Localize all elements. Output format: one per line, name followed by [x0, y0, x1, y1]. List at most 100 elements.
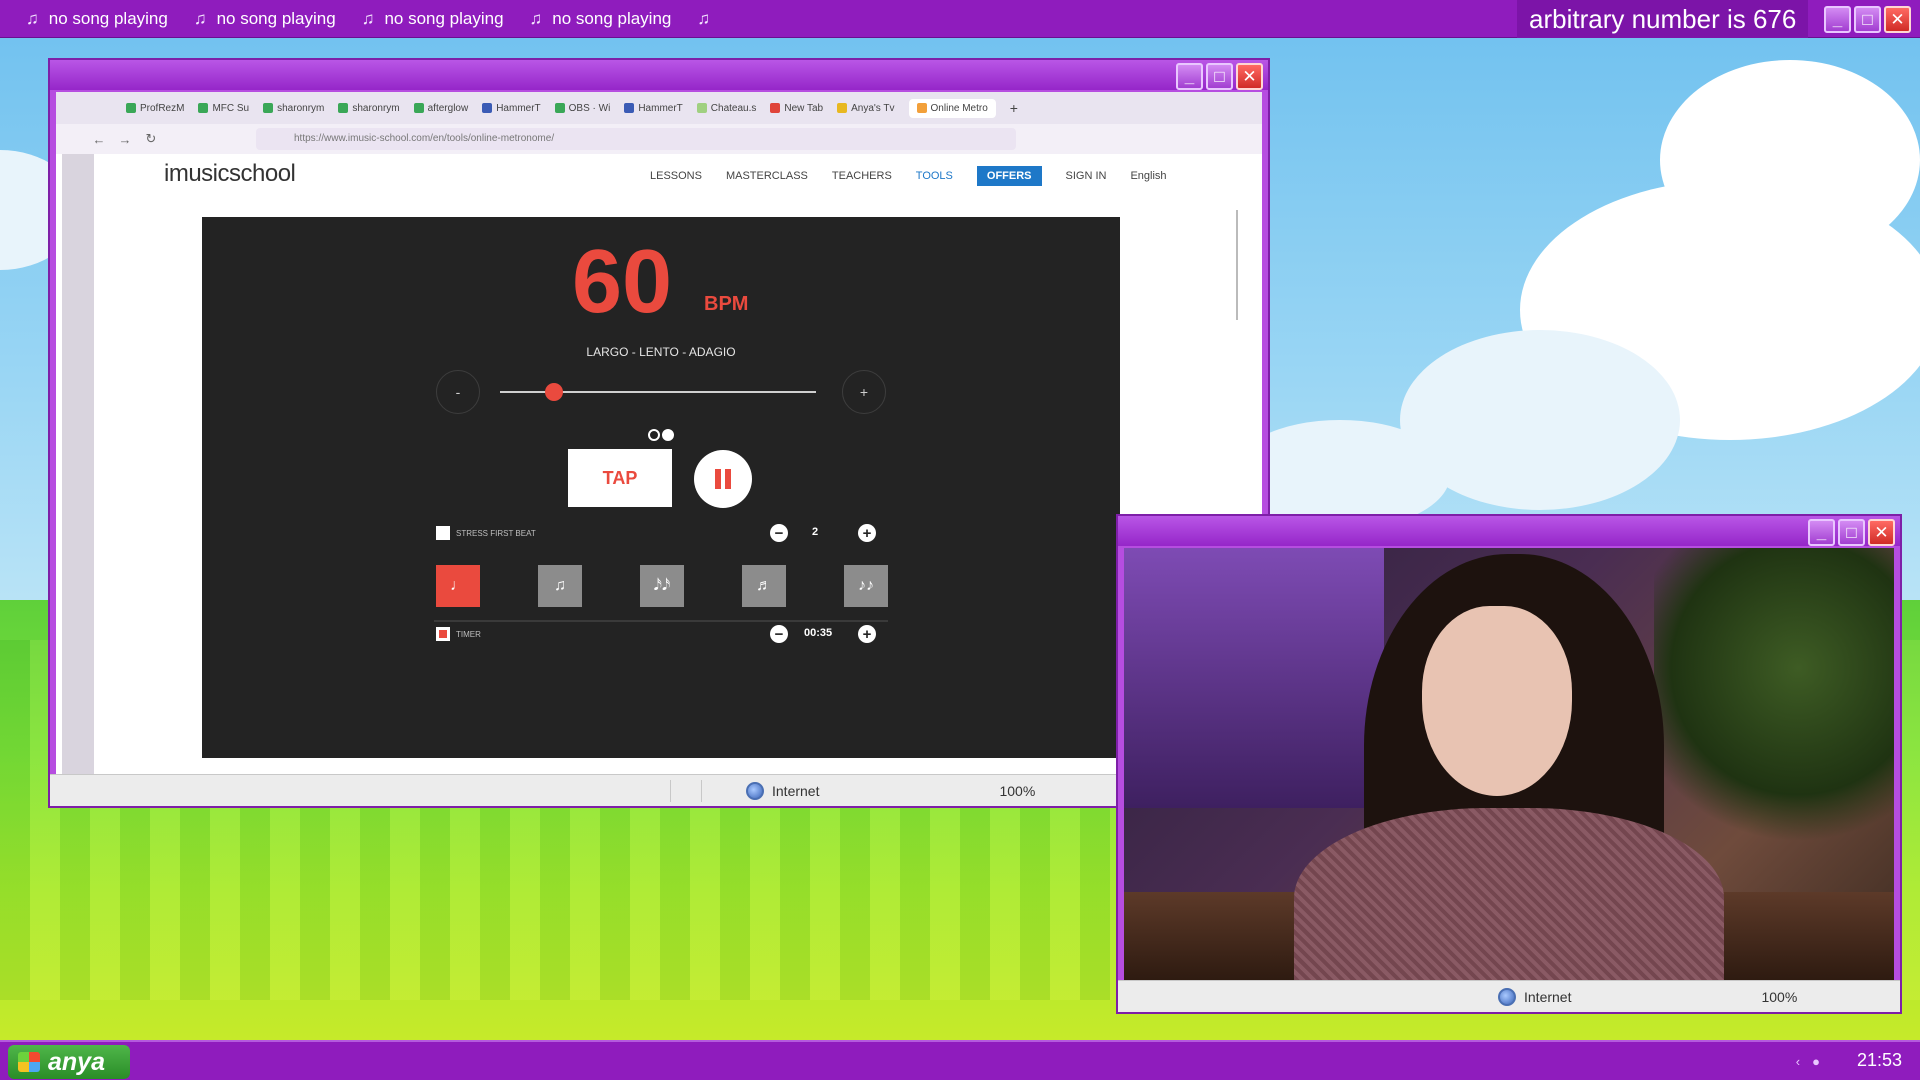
tempo-decrease-button[interactable]: -	[436, 370, 480, 414]
webcam-window: _ □ ✕ Internet 100%	[1116, 514, 1902, 1014]
person-sweater	[1294, 808, 1724, 982]
window-titlebar[interactable]	[50, 60, 1268, 90]
minimize-button[interactable]: _	[1824, 6, 1851, 33]
pause-button[interactable]	[694, 450, 752, 508]
tab-favicon-icon	[837, 103, 848, 113]
site-header: imusicschool LESSONS MASTERCLASS TEACHER…	[94, 154, 1224, 192]
nav-tools[interactable]: TOOLS	[916, 170, 953, 182]
browser-tab[interactable]: sharonrym	[263, 103, 324, 114]
tray-status-icon[interactable]: ●	[1812, 1054, 1820, 1069]
browser-tab[interactable]: Chateau.s	[696, 102, 757, 114]
browser-tab[interactable]: afterglow	[413, 102, 469, 114]
browser-tab[interactable]: Anya's Tv	[837, 103, 895, 114]
minimize-button[interactable]: _	[1808, 519, 1835, 546]
tab-label: sharonrym	[277, 102, 325, 114]
address-bar[interactable]: https://www.imusic-school.com/en/tools/o…	[256, 128, 1016, 150]
sidebar-gutter	[62, 154, 94, 774]
browser-tab[interactable]: MFC Su	[198, 103, 249, 114]
metronome-panel: 60 BPM LARGO - LENTO - ADAGIO - + TAP ST…	[202, 217, 1120, 758]
taskbar: anya ‹ ● 21:53	[0, 1040, 1920, 1080]
security-zone: Internet	[746, 781, 819, 800]
forward-arrow-icon[interactable]: →	[112, 132, 138, 147]
tab-label: sharonrym	[352, 102, 400, 114]
beats-decrease-button[interactable]: −	[770, 524, 788, 542]
start-label: anya	[48, 1047, 105, 1076]
browser-tab[interactable]: HammerT	[482, 102, 541, 114]
taskbar-clock[interactable]: 21:53	[1857, 1050, 1902, 1071]
tab-favicon-icon	[696, 103, 707, 113]
webcam-window-controls: _ □ ✕	[1808, 519, 1895, 546]
timer-label: TIMER	[456, 630, 481, 639]
tab-favicon-icon	[554, 103, 565, 113]
browser-tab[interactable]: HammerT	[624, 103, 683, 114]
back-arrow-icon[interactable]: ←	[86, 132, 112, 147]
tap-tempo-button[interactable]: TAP	[568, 449, 672, 507]
mode-dot[interactable]	[648, 429, 660, 441]
zoom-level[interactable]: 100%	[999, 783, 1035, 799]
pause-icon	[715, 469, 721, 489]
browser-window-controls: _ □ ✕	[1176, 63, 1263, 90]
window-titlebar[interactable]	[1118, 516, 1900, 546]
subdivision-quarter-button[interactable]: ♩	[436, 565, 480, 607]
bpm-value: 60	[572, 232, 673, 332]
close-button[interactable]: ✕	[1236, 63, 1263, 90]
tray-expand-icon[interactable]: ‹	[1796, 1054, 1800, 1069]
mode-dot-active[interactable]	[662, 429, 674, 441]
tab-label: Chateau.s	[710, 102, 757, 114]
subdivision-triplet-button[interactable]: ♬	[742, 565, 786, 607]
tab-label: HammerT	[496, 102, 541, 114]
status-divider	[670, 779, 671, 802]
browser-tab[interactable]: ProfRezM	[126, 103, 184, 114]
now-playing-text: no song playing	[552, 8, 672, 28]
tab-favicon-icon	[338, 103, 349, 113]
minimize-button[interactable]: _	[1176, 63, 1203, 90]
close-button[interactable]: ✕	[1884, 6, 1911, 33]
status-divider	[701, 779, 702, 802]
nav-masterclass[interactable]: MASTERCLASS	[726, 170, 808, 182]
browser-tab[interactable]: OBS · Wi	[554, 103, 610, 114]
subdivision-eighth-button[interactable]: ♫	[538, 565, 582, 607]
timer-value: 00:35	[804, 627, 833, 639]
browser-tab-active[interactable]: Online Metro	[908, 98, 996, 118]
person-face	[1422, 606, 1572, 796]
browser-status-bar: Internet 100%	[50, 774, 1268, 806]
music-note-icon: ♫	[361, 8, 375, 28]
nav-offers-button[interactable]: OFFERS	[976, 166, 1042, 186]
maximize-button[interactable]: □	[1206, 63, 1233, 90]
now-playing-text: no song playing	[48, 8, 168, 28]
site-logo[interactable]: imusicschool	[164, 160, 296, 188]
stress-first-beat-checkbox[interactable]	[436, 526, 450, 540]
beats-increase-button[interactable]: +	[858, 524, 876, 542]
tempo-slider-handle[interactable]	[544, 383, 563, 401]
webcam-status-bar: Internet 100%	[1118, 980, 1900, 1012]
browser-tab[interactable]: sharonrym	[338, 102, 400, 114]
now-playing-item: ♫ no song playing	[530, 9, 672, 29]
timer-checkbox[interactable]	[436, 627, 450, 641]
timer-decrease-button[interactable]: −	[770, 625, 788, 643]
tab-favicon-icon	[624, 103, 635, 113]
nav-lessons[interactable]: LESSONS	[650, 170, 702, 182]
subdivision-sixteenth-button[interactable]: 𝅘𝅥𝅯𝅘𝅥𝅯	[640, 565, 684, 607]
maximize-button[interactable]: □	[1838, 519, 1865, 546]
nav-teachers[interactable]: TEACHERS	[832, 170, 892, 182]
subdivision-swing-button[interactable]: ♪♪	[844, 565, 888, 607]
tempo-increase-button[interactable]: +	[842, 370, 886, 414]
bpm-unit: BPM	[704, 293, 749, 315]
tab-label: afterglow	[427, 102, 469, 114]
scrollbar[interactable]	[1236, 210, 1238, 320]
zoom-level[interactable]: 100%	[1761, 989, 1797, 1005]
language-select[interactable]: English	[1130, 170, 1166, 182]
new-tab-button[interactable]: +	[1010, 100, 1018, 116]
reload-icon[interactable]: ↻	[138, 131, 164, 147]
cloud	[1660, 60, 1920, 260]
browser-tab[interactable]: New Tab	[770, 103, 823, 114]
tab-favicon-icon	[263, 103, 274, 113]
nav-sign-in[interactable]: SIGN IN	[1066, 170, 1107, 182]
timer-increase-button[interactable]: +	[858, 625, 876, 643]
tab-favicon-icon	[198, 103, 209, 113]
maximize-button[interactable]: □	[1854, 6, 1881, 33]
tempo-name: LARGO - LENTO - ADAGIO	[586, 345, 736, 359]
start-button[interactable]: anya	[8, 1045, 130, 1079]
close-button[interactable]: ✕	[1868, 519, 1895, 546]
tab-favicon-icon	[916, 103, 927, 113]
